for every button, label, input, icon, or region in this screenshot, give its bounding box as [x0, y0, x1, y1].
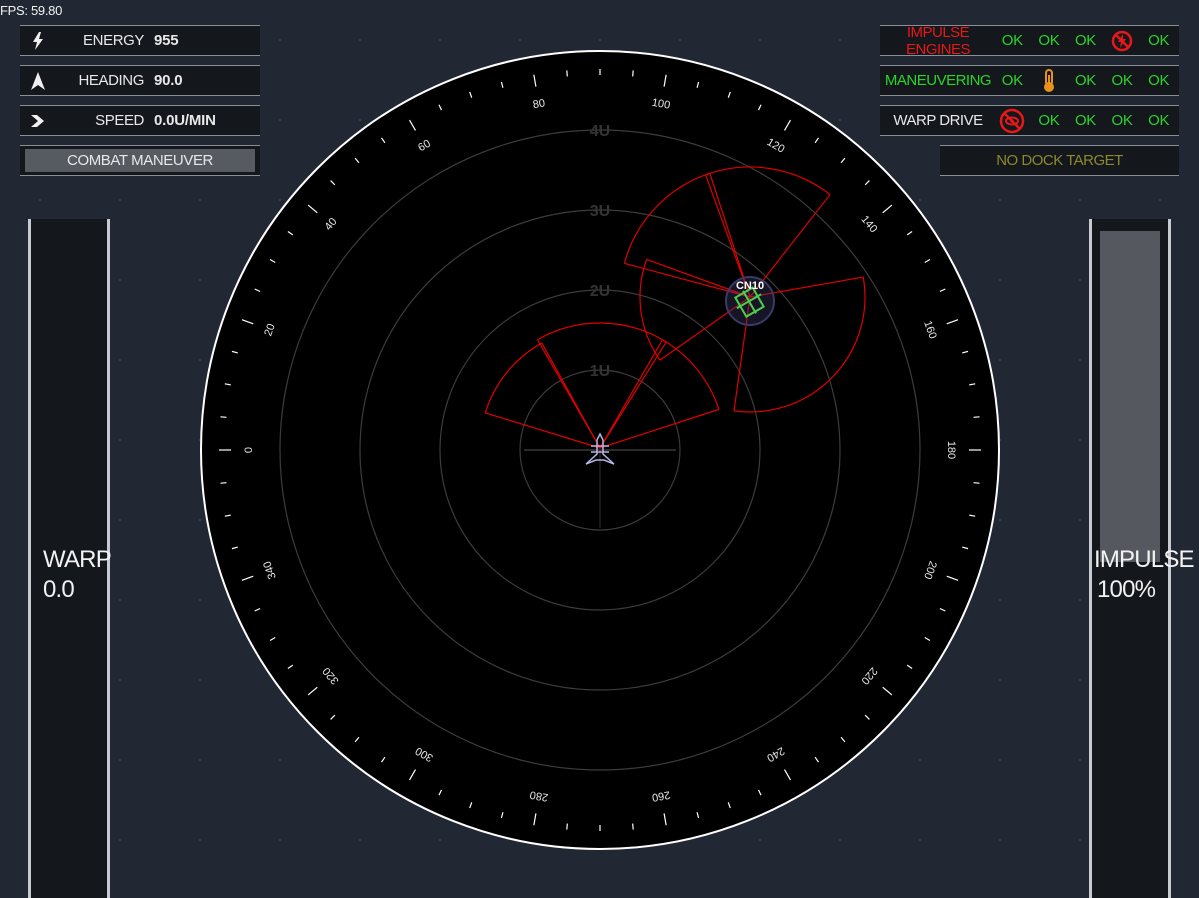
range-label: 1U	[590, 363, 610, 380]
bearing-label: 0	[243, 447, 255, 453]
bearing-tick	[220, 416, 227, 418]
radar-view[interactable]: 1U2U3U4U 020406080 1001201401601802002202…	[0, 0, 1199, 898]
range-label: 3U	[590, 203, 610, 220]
range-label: 4U	[590, 123, 610, 140]
enemy-ship-cn10[interactable]: CN10	[725, 276, 775, 326]
bearing-tick	[973, 482, 980, 484]
bearing-tick	[566, 70, 568, 77]
bearing-tick	[566, 823, 568, 830]
bearing-tick	[632, 823, 634, 830]
range-label: 2U	[590, 283, 610, 300]
bearing-tick	[973, 416, 980, 418]
target-callsign: CN10	[736, 280, 764, 292]
bearing-tick	[220, 482, 227, 484]
bearing-tick	[632, 70, 634, 77]
bearing-label: 80	[532, 97, 546, 111]
bearing-label: 180	[945, 441, 957, 459]
